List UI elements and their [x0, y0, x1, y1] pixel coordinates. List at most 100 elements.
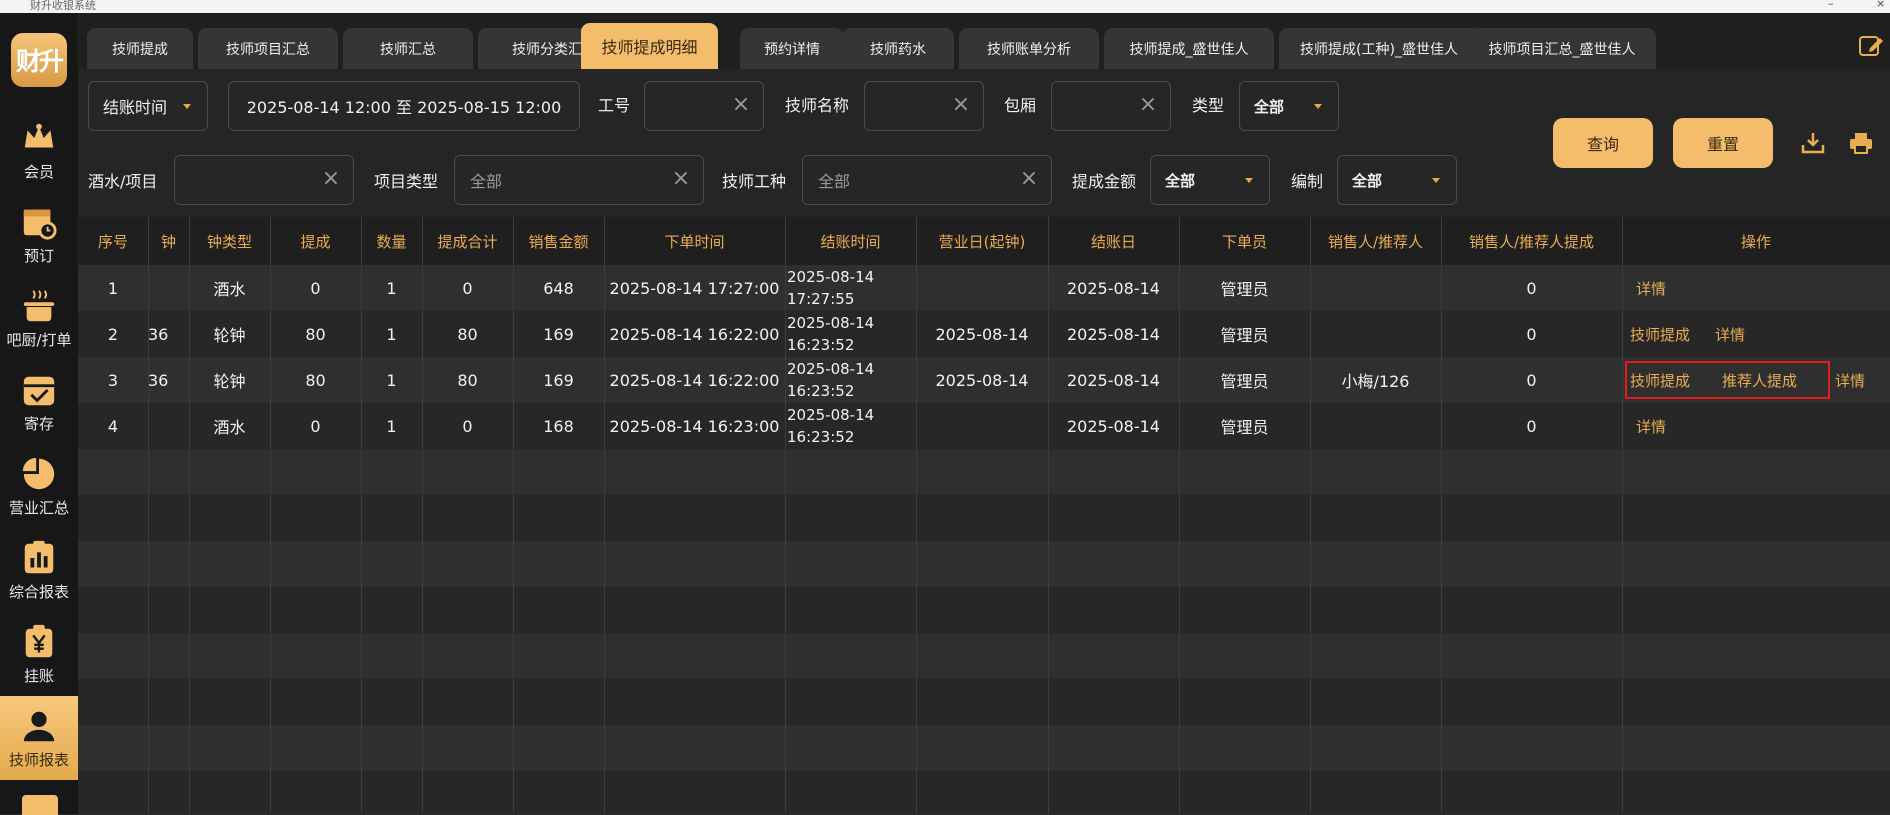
header-checkout-day[interactable]: 结账日: [1048, 217, 1179, 265]
table-row[interactable]: 2 36 轮钟 80 1 80 169 2025-08-14 16:22:00 …: [78, 311, 1890, 357]
filter-panel: 结账时间 2025-08-14 12:00 至 2025-08-15 12:00…: [78, 69, 1890, 217]
tech-commission-link[interactable]: 技师提成: [1630, 357, 1690, 403]
tech-job-select[interactable]: 全部 ×: [802, 155, 1052, 205]
window-title-bar: 财升收银系统 – ×: [0, 0, 1890, 13]
cell-commission: 80: [305, 324, 326, 344]
crown-icon: [24, 123, 54, 147]
room-input[interactable]: ×: [1051, 81, 1171, 131]
header-seller[interactable]: 销售人/推荐人: [1310, 217, 1441, 265]
calendar-clock-icon: [23, 209, 57, 240]
header-commission-total[interactable]: 提成合计: [422, 217, 513, 265]
table-row[interactable]: 1 酒水 0 1 0 648 2025-08-14 17:27:00 2025-…: [78, 265, 1890, 311]
cell-clock-type: 轮钟: [213, 326, 246, 345]
cell-index: 1: [107, 278, 119, 298]
sidebar-item-reports[interactable]: 综合报表: [0, 528, 78, 612]
sidebar-item-label: 营业汇总: [8, 498, 69, 517]
header-sales-amount[interactable]: 销售金额: [513, 217, 604, 265]
sidebar-more-icon[interactable]: [22, 795, 58, 815]
referrer-commission-link[interactable]: 推荐人提成: [1722, 357, 1797, 403]
header-quantity[interactable]: 数量: [361, 217, 422, 265]
chevron-down-icon: [1245, 178, 1253, 183]
clear-icon[interactable]: ×: [1019, 168, 1039, 190]
header-seller-commission[interactable]: 销售人/推荐人提成: [1441, 217, 1622, 265]
sidebar-item-label: 综合报表: [8, 582, 69, 601]
commission-amount-select[interactable]: 全部: [1150, 155, 1270, 205]
sidebar-item-kitchen[interactable]: 吧厨/打单: [0, 276, 78, 360]
drink-item-input[interactable]: ×: [174, 155, 354, 205]
clear-icon[interactable]: ×: [671, 168, 691, 190]
cell-commission: 0: [310, 278, 321, 298]
cell-seller-commission: 0: [1526, 324, 1537, 344]
minimize-button[interactable]: –: [1828, 0, 1834, 10]
tab-tech-commission[interactable]: 技师提成: [87, 28, 193, 69]
cell-checkout-day: 2025-08-14: [1067, 370, 1160, 390]
download-icon[interactable]: [1800, 130, 1826, 156]
detail-link[interactable]: 详情: [1715, 311, 1745, 357]
app-logo: 财升: [11, 33, 67, 87]
cell-clock-type: 酒水: [213, 418, 246, 437]
detail-link[interactable]: 详情: [1636, 265, 1666, 311]
report-chart-icon: [24, 540, 54, 573]
item-type-value: 全部: [470, 172, 503, 191]
cell-clock: [148, 265, 189, 311]
time-type-select[interactable]: 结账时间: [88, 81, 208, 131]
staffing-select[interactable]: 全部: [1337, 155, 1457, 205]
sidebar-item-member[interactable]: 会员: [0, 108, 78, 192]
cell-business-day: [916, 265, 1048, 311]
table-row[interactable]: 3 36 轮钟 80 1 80 169 2025-08-14 16:22:00 …: [78, 357, 1890, 403]
tab-tech-potion[interactable]: 技师药水: [842, 28, 954, 69]
sidebar-item-tech-report[interactable]: 技师报表: [0, 696, 78, 780]
detail-link[interactable]: 详情: [1835, 357, 1865, 403]
cell-quantity: 1: [386, 370, 397, 390]
header-business-day[interactable]: 营业日(起钟): [916, 217, 1048, 265]
detail-link[interactable]: 详情: [1636, 403, 1666, 449]
tab-tech-commission-ssjr[interactable]: 技师提成_盛世佳人: [1104, 28, 1274, 69]
tab-tech-item-summary-ssjr[interactable]: 技师项目汇总_盛世佳人: [1468, 28, 1656, 69]
date-range-picker[interactable]: 2025-08-14 12:00 至 2025-08-15 12:00: [228, 81, 580, 131]
job-no-input[interactable]: ×: [644, 81, 764, 131]
sidebar-item-booking[interactable]: 预订: [0, 192, 78, 276]
tab-tech-commission-job-ssjr[interactable]: 技师提成(工种)_盛世佳人: [1279, 28, 1479, 69]
sidebar-item-storage[interactable]: 寄存: [0, 360, 78, 444]
print-icon[interactable]: [1848, 130, 1874, 156]
cell-quantity: 1: [386, 416, 397, 436]
tab-tech-item-summary[interactable]: 技师项目汇总: [198, 28, 338, 69]
tab-tech-commission-detail[interactable]: 技师提成明细: [581, 23, 718, 69]
clear-icon[interactable]: ×: [321, 168, 341, 190]
header-index[interactable]: 序号: [78, 217, 148, 265]
sidebar-item-business-summary[interactable]: 营业汇总: [0, 444, 78, 528]
reset-button[interactable]: 重置: [1673, 118, 1773, 168]
query-button[interactable]: 查询: [1553, 118, 1653, 168]
close-button[interactable]: ×: [1876, 0, 1885, 10]
type-select[interactable]: 全部: [1239, 81, 1339, 131]
cell-seller: 小梅/126: [1341, 372, 1410, 391]
cell-seller: [1310, 403, 1441, 449]
cell-seller-commission: 0: [1526, 416, 1537, 436]
header-order-time[interactable]: 下单时间: [604, 217, 785, 265]
tab-bar: 技师提成 技师项目汇总 技师汇总 技师分类汇总 技师提成明细 预约详情 技师药水…: [78, 13, 1890, 69]
tab-tech-summary[interactable]: 技师汇总: [343, 28, 473, 69]
header-clock[interactable]: 钟: [148, 217, 189, 265]
cell-seller-commission: 0: [1526, 370, 1537, 390]
cell-business-day: 2025-08-14: [935, 324, 1029, 344]
tech-commission-link[interactable]: 技师提成: [1630, 311, 1690, 357]
cell-sales-amount: 169: [543, 324, 574, 344]
clear-icon[interactable]: ×: [1138, 94, 1158, 116]
tech-name-input[interactable]: ×: [864, 81, 984, 131]
header-checkout-time[interactable]: 结账时间: [785, 217, 916, 265]
clear-icon[interactable]: ×: [731, 94, 751, 116]
tab-tech-bill-analysis[interactable]: 技师账单分析: [959, 28, 1099, 69]
edit-icon[interactable]: [1858, 33, 1884, 59]
header-operator[interactable]: 下单员: [1179, 217, 1310, 265]
cell-index: 4: [107, 416, 119, 436]
header-clock-type[interactable]: 钟类型: [189, 217, 270, 265]
cell-business-day: [916, 403, 1048, 449]
table-row-empty-stripe: [78, 449, 1890, 495]
item-type-select[interactable]: 全部 ×: [454, 155, 704, 205]
sidebar-item-credit[interactable]: 挂账: [0, 612, 78, 696]
cell-checkout-day: 2025-08-14: [1067, 416, 1160, 436]
clear-icon[interactable]: ×: [951, 94, 971, 116]
header-commission[interactable]: 提成: [270, 217, 361, 265]
tab-booking-detail[interactable]: 预约详情: [740, 28, 844, 69]
table-row[interactable]: 4 酒水 0 1 0 168 2025-08-14 16:23:00 2025-…: [78, 403, 1890, 449]
